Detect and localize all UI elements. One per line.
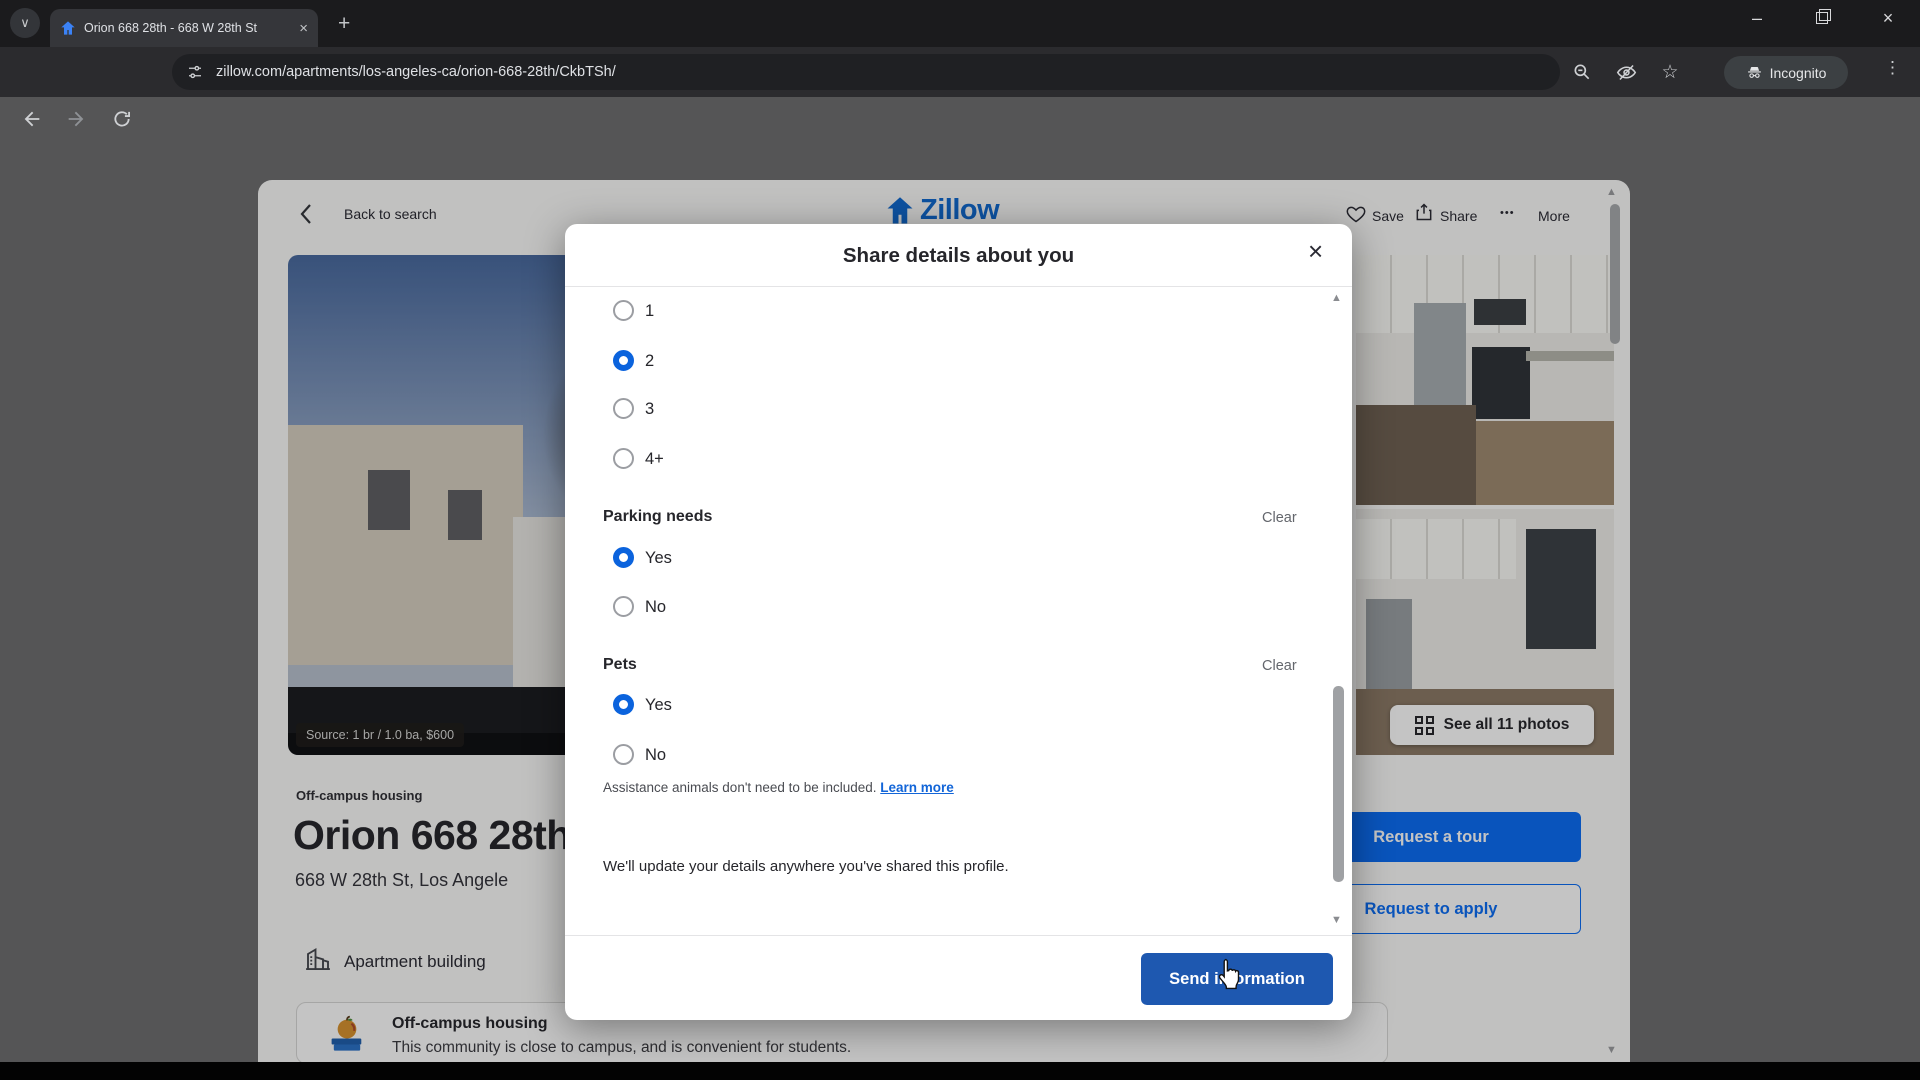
back-arrow-icon	[21, 108, 43, 130]
incognito-label: Incognito	[1770, 65, 1827, 81]
modal-scroll-up-icon[interactable]: ▲	[1331, 292, 1342, 304]
parking-needs-label: Parking needs	[603, 508, 712, 526]
pets-clear-button[interactable]: Clear	[1262, 658, 1297, 674]
browser-tabstrip: ∨ Orion 668 28th - 668 W 28th St × + – ×	[0, 0, 1920, 47]
parking-no-radio[interactable]	[613, 596, 634, 617]
pets-yes-radio-selected[interactable]	[613, 694, 634, 715]
modal-title: Share details about you	[565, 244, 1352, 268]
share-details-modal: Share details about you × 1 2 3 4+ Parki…	[565, 224, 1352, 1020]
forward-arrow-icon	[65, 108, 87, 130]
letterbox-bar	[0, 1062, 1920, 1080]
modal-footer-divider	[565, 935, 1352, 936]
forward-button[interactable]	[62, 105, 90, 133]
assistance-note: Assistance animals don't need to be incl…	[603, 780, 954, 795]
parking-yes-label[interactable]: Yes	[645, 549, 672, 568]
url-bar[interactable]: zillow.com/apartments/los-angeles-ca/ori…	[172, 54, 1560, 90]
window-restore-button[interactable]	[1799, 0, 1845, 36]
reload-button[interactable]	[108, 105, 136, 133]
window-minimize-button[interactable]: –	[1734, 0, 1780, 36]
update-profile-note: We'll update your details anywhere you'v…	[603, 858, 1009, 875]
radio-option-1[interactable]	[613, 300, 634, 321]
url-text: zillow.com/apartments/los-angeles-ca/ori…	[216, 64, 616, 80]
tab-title: Orion 668 28th - 668 W 28th St	[84, 21, 257, 35]
parking-yes-radio-selected[interactable]	[613, 547, 634, 568]
star-icon: ☆	[1661, 61, 1678, 84]
browser-menu-button[interactable]: ⋮	[1884, 58, 1901, 78]
parking-clear-button[interactable]: Clear	[1262, 510, 1297, 526]
pets-no-radio[interactable]	[613, 744, 634, 765]
site-info-icon[interactable]	[186, 63, 204, 81]
modal-close-icon[interactable]: ×	[1308, 238, 1323, 264]
radio-option-3[interactable]	[613, 398, 634, 419]
zoom-button[interactable]	[1568, 58, 1596, 86]
assistance-note-text: Assistance animals don't need to be incl…	[603, 780, 880, 795]
minimize-icon: –	[1752, 8, 1762, 29]
tab-close-icon[interactable]: ×	[299, 21, 308, 36]
modal-scroll-down-icon[interactable]: ▼	[1331, 914, 1342, 926]
eye-off-icon	[1616, 62, 1637, 83]
radio-option-2-label[interactable]: 2	[645, 352, 654, 371]
radio-option-4plus-label[interactable]: 4+	[645, 450, 664, 469]
new-tab-button[interactable]: +	[338, 12, 350, 36]
mouse-cursor-hand-icon	[1215, 958, 1243, 995]
preview-hidden-button[interactable]	[1612, 58, 1640, 86]
incognito-badge: Incognito	[1724, 56, 1848, 89]
browser-tab[interactable]: Orion 668 28th - 668 W 28th St ×	[50, 9, 318, 47]
pets-no-label[interactable]: No	[645, 746, 666, 765]
radio-option-1-label[interactable]: 1	[645, 302, 654, 321]
modal-scrollbar[interactable]	[1333, 686, 1344, 882]
close-icon: ×	[1883, 8, 1894, 29]
parking-no-label[interactable]: No	[645, 598, 666, 617]
bookmark-button[interactable]: ☆	[1656, 58, 1684, 86]
pets-label: Pets	[603, 656, 637, 674]
back-button[interactable]	[18, 105, 46, 133]
restore-icon	[1816, 12, 1828, 24]
modal-divider	[565, 286, 1352, 287]
reload-icon	[112, 109, 132, 129]
learn-more-link[interactable]: Learn more	[880, 780, 954, 795]
incognito-icon	[1746, 64, 1763, 81]
chevron-down-icon: ∨	[20, 15, 30, 31]
tab-search-button[interactable]: ∨	[10, 8, 40, 38]
zillow-favicon-icon	[60, 20, 76, 36]
window-close-button[interactable]: ×	[1865, 0, 1911, 36]
screen: ∨ Orion 668 28th - 668 W 28th St × + – ×	[0, 0, 1920, 1080]
radio-option-4plus[interactable]	[613, 448, 634, 469]
radio-option-3-label[interactable]: 3	[645, 400, 654, 419]
radio-option-2-selected[interactable]	[613, 350, 634, 371]
pets-yes-label[interactable]: Yes	[645, 696, 672, 715]
zoom-out-icon	[1572, 62, 1592, 82]
